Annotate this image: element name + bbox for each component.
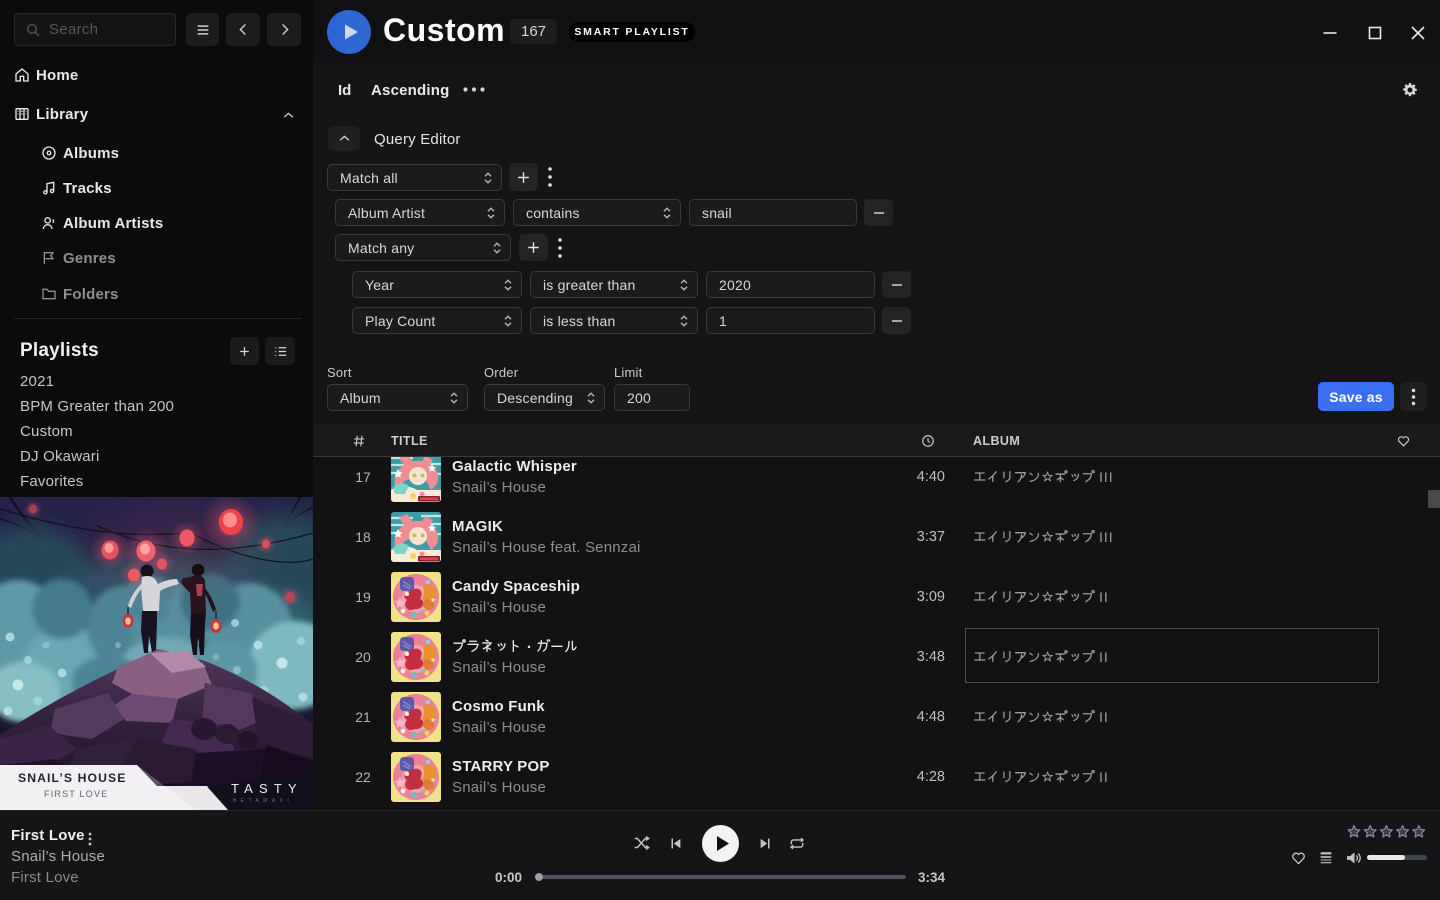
svg-text:SNAIL’S HOUSE: SNAIL’S HOUSE bbox=[18, 771, 126, 785]
svg-text:TASTY: TASTY bbox=[231, 781, 303, 796]
svg-text:FIRST LOVE: FIRST LOVE bbox=[44, 789, 108, 799]
svg-text:BETAMAXI: BETAMAXI bbox=[233, 798, 293, 804]
